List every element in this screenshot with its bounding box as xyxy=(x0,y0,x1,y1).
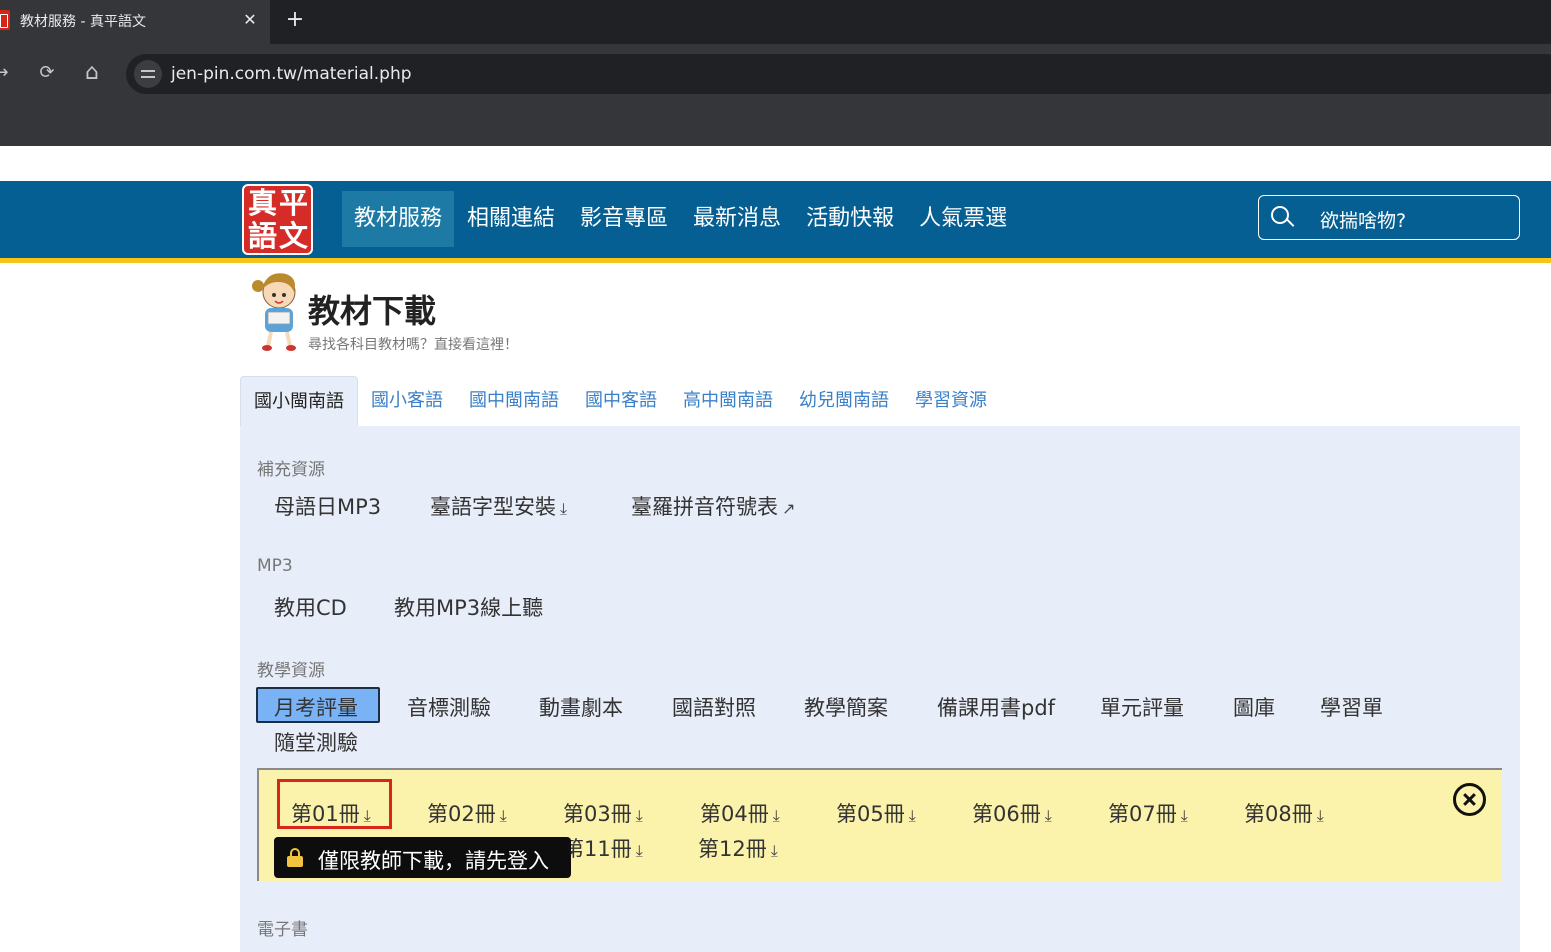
teaching-item-monthly-exam[interactable]: 月考評量 xyxy=(274,692,358,722)
nav-item-events[interactable]: 活動快報 xyxy=(794,191,906,247)
logo-character: 真 xyxy=(248,186,278,220)
volume-06-download[interactable]: 第06冊 ⤓ xyxy=(972,798,1052,828)
volume-04-download[interactable]: 第04冊 ⤓ xyxy=(700,798,780,828)
url-text[interactable]: jen-pin.com.tw/material.php xyxy=(171,64,412,84)
page-subtitle: 尋找各科目教材嗎？直接看這裡！ xyxy=(308,337,518,353)
section-label-teaching: 教學資源 xyxy=(257,661,325,681)
home-icon[interactable]: ⌂ xyxy=(77,58,107,88)
tab-close-icon[interactable]: ✕ xyxy=(238,8,262,32)
volume-08-download[interactable]: 第08冊 ⤓ xyxy=(1244,798,1324,828)
download-icon: ⤓ xyxy=(1180,806,1188,825)
section-label-mp3: MP3 xyxy=(257,556,293,576)
download-icon: ⤓ xyxy=(363,806,371,825)
tab-learning-resources[interactable]: 學習資源 xyxy=(902,376,1000,426)
teaching-item-mandarin-compare[interactable]: 國語對照 xyxy=(672,692,756,722)
lock-icon xyxy=(287,848,303,867)
section-label-supplement: 補充資源 xyxy=(257,460,325,480)
download-icon: ⤓ xyxy=(635,841,643,860)
volume-label: 第06冊 xyxy=(972,802,1041,826)
reload-icon[interactable]: ⟳ xyxy=(32,58,62,88)
download-icon: ⤓ xyxy=(908,806,916,825)
volume-label: 第01冊 xyxy=(291,802,360,826)
section-label-ebook: 電子書 xyxy=(257,920,308,940)
nav-item-vote[interactable]: 人氣票選 xyxy=(907,191,1019,247)
tab-senior-minnan[interactable]: 高中閩南語 xyxy=(670,376,786,426)
teaching-item-lesson-plan[interactable]: 教學簡案 xyxy=(804,692,888,722)
browser-toolbar: → ⟳ ⌂ jen-pin.com.tw/material.php xyxy=(0,44,1551,146)
nav-item-materials[interactable]: 教材服務 xyxy=(342,191,455,247)
mascot-girl-icon xyxy=(252,273,296,351)
volume-11-download[interactable]: 第11冊 ⤓ xyxy=(563,833,643,863)
navbar-stripe xyxy=(0,258,1551,263)
volume-label: 第11冊 xyxy=(563,837,632,861)
teaching-item-phonetic-test[interactable]: 音標測驗 xyxy=(407,692,491,722)
tab-title: 教材服務 - 真平語文 xyxy=(20,14,146,30)
site-info-icon[interactable] xyxy=(134,60,162,88)
search-icon[interactable] xyxy=(1271,206,1295,228)
page-title: 教材下載 xyxy=(308,292,437,330)
volume-05-download[interactable]: 第05冊 ⤓ xyxy=(836,798,916,828)
volume-02-download[interactable]: 第02冊 ⤓ xyxy=(427,798,507,828)
download-icon: ⤓ xyxy=(772,806,780,825)
volume-label: 第12冊 xyxy=(698,837,767,861)
teaching-item-worksheet[interactable]: 學習單 xyxy=(1320,692,1383,722)
download-icon: ⤓ xyxy=(499,806,507,825)
link-teacher-cd[interactable]: 教用CD xyxy=(274,592,347,622)
tab-junior-minnan[interactable]: 國中閩南語 xyxy=(456,376,572,426)
browser-tab-strip: 教材服務 - 真平語文 ✕ + xyxy=(0,0,1551,44)
link-label: 臺語字型安裝 xyxy=(430,495,556,519)
volume-label: 第03冊 xyxy=(563,802,632,826)
nav-item-news[interactable]: 最新消息 xyxy=(681,191,793,247)
tooltip-text: 僅限教師下載，請先登入 xyxy=(318,849,549,873)
site-logo[interactable]: 真 平 語 文 xyxy=(242,184,313,255)
logo-character: 平 xyxy=(279,186,309,220)
link-label: 臺羅拼音符號表 xyxy=(631,495,778,519)
download-icon: ⤓ xyxy=(1316,806,1324,825)
site-search-input[interactable]: 欲揣啥物? xyxy=(1258,195,1520,240)
link-romanization-chart[interactable]: 臺羅拼音符號表 ↗ xyxy=(631,491,795,521)
teaching-item-prep-book-pdf[interactable]: 備課用書pdf xyxy=(937,692,1055,722)
teaching-item-image-library[interactable]: 圖庫 xyxy=(1233,692,1275,722)
logo-character: 語 xyxy=(248,219,278,253)
login-required-tooltip: 僅限教師下載，請先登入 xyxy=(274,837,571,878)
link-mother-tongue-mp3[interactable]: 母語日MP3 xyxy=(274,491,381,521)
volume-03-download[interactable]: 第03冊 ⤓ xyxy=(563,798,643,828)
new-tab-button[interactable]: + xyxy=(281,6,309,34)
download-icon: ⤓ xyxy=(1044,806,1052,825)
volume-01-download[interactable]: 第01冊 ⤓ xyxy=(291,798,371,828)
download-icon: ⤓ xyxy=(560,499,568,518)
teaching-item-unit-assessment[interactable]: 單元評量 xyxy=(1100,692,1184,722)
site-favicon-icon xyxy=(0,10,10,30)
teaching-item-animation-script[interactable]: 動畫劇本 xyxy=(539,692,623,722)
external-link-icon: ↗ xyxy=(782,499,796,518)
logo-character: 文 xyxy=(279,219,309,253)
link-label: 母語日MP3 xyxy=(274,495,382,519)
tab-junior-hakka[interactable]: 國中客語 xyxy=(572,376,670,426)
link-taiwanese-font-install[interactable]: 臺語字型安裝 ⤓ xyxy=(430,491,567,521)
teaching-item-quiz[interactable]: 隨堂測驗 xyxy=(274,727,358,757)
tab-preschool-minnan[interactable]: 幼兒閩南語 xyxy=(786,376,902,426)
tab-elementary-hakka[interactable]: 國小客語 xyxy=(358,376,456,426)
search-placeholder: 欲揣啥物? xyxy=(1320,210,1407,232)
subject-tabs: 國小閩南語 國小客語 國中閩南語 國中客語 高中閩南語 幼兒閩南語 學習資源 xyxy=(240,376,1000,426)
forward-icon[interactable]: → xyxy=(0,58,16,88)
volume-label: 第04冊 xyxy=(700,802,769,826)
tab-elementary-minnan[interactable]: 國小閩南語 xyxy=(240,376,358,426)
link-mp3-online[interactable]: 教用MP3線上聽 xyxy=(394,592,543,622)
volume-07-download[interactable]: 第07冊 ⤓ xyxy=(1108,798,1188,828)
download-icon: ⤓ xyxy=(770,841,778,860)
nav-item-media[interactable]: 影音專區 xyxy=(568,191,680,247)
address-bar[interactable]: jen-pin.com.tw/material.php xyxy=(126,54,1551,94)
browser-tab[interactable]: 教材服務 - 真平語文 ✕ xyxy=(0,0,270,44)
volume-label: 第08冊 xyxy=(1244,802,1313,826)
main-nav: 教材服務 相關連結 影音專區 最新消息 活動快報 人氣票選 xyxy=(342,191,1020,247)
nav-item-links[interactable]: 相關連結 xyxy=(455,191,567,247)
volume-label: 第07冊 xyxy=(1108,802,1177,826)
close-panel-icon[interactable] xyxy=(1453,783,1486,816)
download-icon: ⤓ xyxy=(635,806,643,825)
volume-label: 第05冊 xyxy=(836,802,905,826)
volume-12-download[interactable]: 第12冊 ⤓ xyxy=(698,833,778,863)
volume-label: 第02冊 xyxy=(427,802,496,826)
